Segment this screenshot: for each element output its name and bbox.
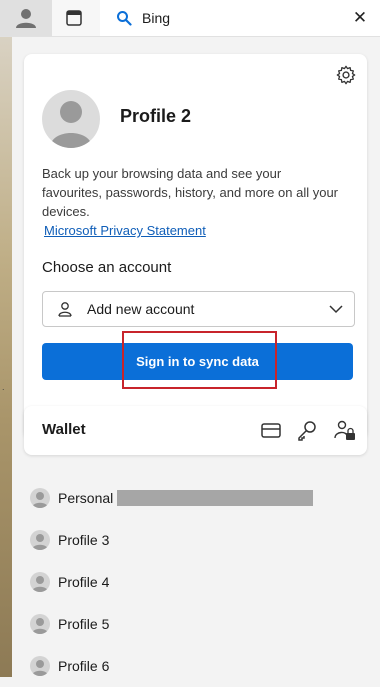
profile-avatar-icon [30,614,50,634]
settings-icon[interactable] [335,64,357,86]
person-outline-icon [58,302,72,317]
profile-avatar-icon [30,530,50,550]
other-profiles-list: Personal Profile 3 Profile 4 Profile 5 P… [30,477,360,687]
person-icon [16,9,36,28]
choose-account-label: Choose an account [42,259,172,276]
profile-avatar-icon [30,488,50,508]
profile-avatar-icon [30,656,50,676]
background-page: . [0,36,12,677]
profile-button[interactable] [0,0,52,36]
wallet-label: Wallet [42,421,86,438]
profile-item-name: Profile 6 [58,658,110,674]
account-dropdown-value: Add new account [87,301,195,317]
profile-item-personal[interactable]: Personal [30,477,360,519]
close-icon[interactable]: ✕ [350,8,370,28]
profile-avatar [42,90,100,148]
privacy-statement-link[interactable]: Microsoft Privacy Statement [44,223,206,238]
profile-item-name: Profile 5 [58,616,110,632]
profile-avatar-icon [30,572,50,592]
vertical-tabs-button[interactable] [56,4,92,32]
profile-item-name: Profile 3 [58,532,110,548]
profile-item-6[interactable]: Profile 6 [30,645,360,687]
profile-card: Profile 2 Back up your browsing data and… [24,54,367,439]
key-icon[interactable] [296,419,318,441]
vertical-tabs-icon [66,10,82,26]
profile-item-5[interactable]: Profile 5 [30,603,360,645]
sign-in-sync-button[interactable]: Sign in to sync data [42,343,353,380]
person-lock-icon[interactable] [334,419,356,441]
search-icon [117,11,132,26]
profile-name: Profile 2 [120,106,192,126]
sync-description: Back up your browsing data and see your … [42,166,339,219]
account-dropdown[interactable]: Add new account [42,291,355,327]
wallet-bar[interactable]: Wallet [24,406,367,455]
browser-toolbar: Bing ✕ [0,0,380,37]
profile-item-3[interactable]: Profile 3 [30,519,360,561]
profile-item-name: Profile 4 [58,574,110,590]
active-tab[interactable]: Bing ✕ [100,0,380,36]
credit-card-icon[interactable] [260,419,282,441]
profile-flyout: Profile 2 Back up your browsing data and… [12,42,376,677]
redacted-email-block [117,490,314,506]
avatar-person-icon [50,101,92,148]
tab-title: Bing [142,10,171,26]
profile-item-4[interactable]: Profile 4 [30,561,360,603]
background-text-fragment: . [2,382,5,392]
profile-item-name: Personal [58,490,114,506]
chevron-down-icon [329,305,343,314]
